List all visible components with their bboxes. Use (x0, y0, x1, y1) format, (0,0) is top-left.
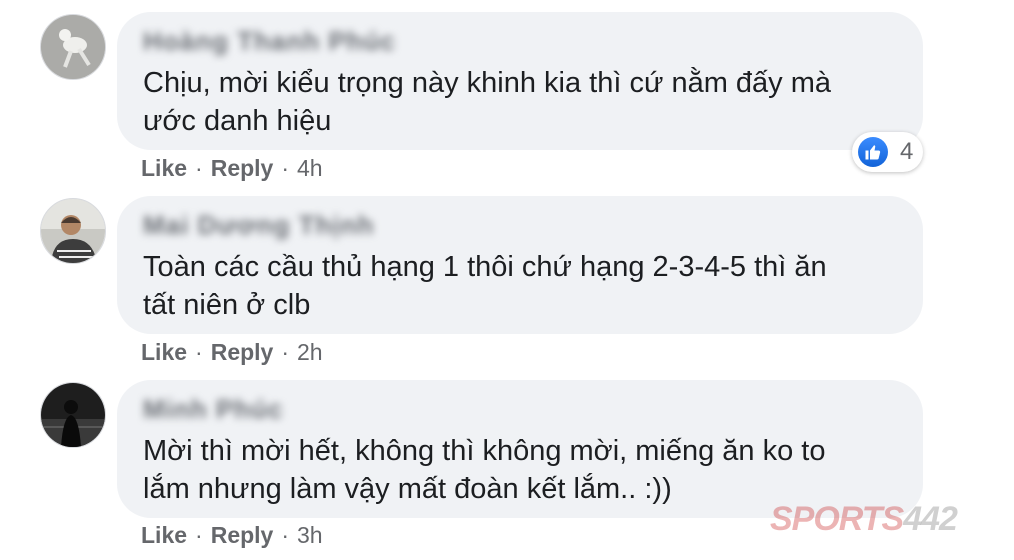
comment-text: Chịu, mời kiểu trọng này khinh kia thì c… (143, 64, 897, 140)
avatar[interactable] (40, 14, 106, 80)
comment-time[interactable]: 3h (297, 522, 323, 549)
like-link[interactable]: Like (141, 522, 187, 549)
reply-link[interactable]: Reply (211, 155, 274, 182)
separator: · (281, 339, 290, 365)
avatar[interactable] (40, 198, 106, 264)
separator: · (195, 522, 203, 548)
avatar-cat-image (41, 15, 105, 79)
avatar[interactable] (40, 382, 106, 448)
separator: · (195, 339, 203, 365)
comment-text: Toàn các cầu thủ hạng 1 thôi chứ hạng 2-… (143, 248, 897, 324)
comment-text-line: tất niên ở clb (143, 289, 311, 321)
reply-link[interactable]: Reply (211, 339, 274, 366)
comment-text-line: Toàn các cầu thủ hạng 1 thôi chứ hạng 2-… (143, 251, 827, 283)
avatar-silhouette-image (41, 383, 105, 447)
reaction-count: 4 (900, 138, 914, 165)
separator: · (281, 522, 290, 548)
thumbs-up-icon (858, 137, 888, 167)
reply-link[interactable]: Reply (211, 522, 274, 549)
comment-text-line: Chịu, mời kiểu trọng này khinh kia thì c… (143, 67, 832, 99)
comment-bubble: Minh Phúc Mời thì mời hết, không thì khô… (117, 380, 923, 518)
comment-bubble: Hoàng Thanh Phúc Chịu, mời kiểu trọng nà… (117, 12, 923, 150)
like-link[interactable]: Like (141, 155, 187, 182)
avatar-person-image (41, 199, 105, 263)
watermark-brand: SPORTS (770, 500, 904, 538)
like-link[interactable]: Like (141, 339, 187, 366)
comment-author[interactable]: Minh Phúc (143, 394, 283, 425)
separator: · (281, 155, 290, 181)
comment-bubble: Mai Dương Thịnh Toàn các cầu thủ hạng 1 … (117, 196, 923, 334)
comment-text-line: Mời thì mời hết, không thì không mời, mi… (143, 435, 826, 467)
sports442-watermark: SPORTS442 (770, 500, 958, 539)
comment-actions: Like · Reply · 2h (141, 339, 323, 366)
comment-author[interactable]: Mai Dương Thịnh (143, 210, 374, 241)
comment-time[interactable]: 4h (297, 155, 323, 182)
comment-time[interactable]: 2h (297, 339, 323, 366)
comment-author[interactable]: Hoàng Thanh Phúc (143, 26, 396, 57)
separator: · (195, 155, 203, 181)
watermark-number: 442 (903, 500, 958, 538)
comment-text: Mời thì mời hết, không thì không mời, mi… (143, 432, 897, 508)
comment-actions: Like · Reply · 4h (141, 155, 323, 182)
comment-actions: Like · Reply · 3h (141, 522, 323, 549)
comment-text-line: ước danh hiệu (143, 105, 332, 137)
reaction-badge[interactable]: 4 (852, 132, 924, 172)
